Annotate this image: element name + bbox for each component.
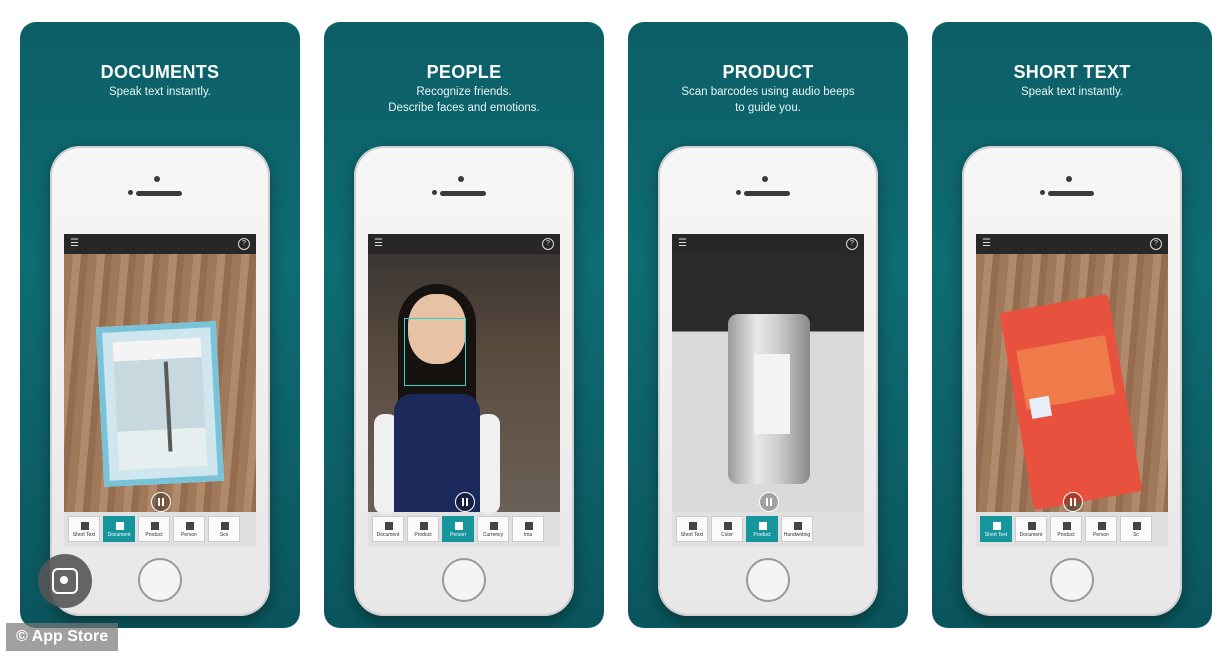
reference-guide-card [999,293,1143,511]
qr-code-image [1028,395,1053,419]
camera-view [64,254,256,512]
panel-title: DOCUMENTS [100,62,220,82]
mode-document[interactable]: Document [372,516,404,542]
speaker-grille [744,191,790,196]
camera-view [368,254,560,514]
speaker-grille [1048,191,1094,196]
panel-subtitle: Recognize friends. Describe faces and em… [388,86,540,114]
mode-document[interactable]: Document [1015,516,1047,542]
sensor-dot [1040,190,1045,195]
camera-view [976,254,1168,512]
menu-icon[interactable]: ☰ [982,238,991,249]
top-bar: ☰ ? [672,234,864,254]
mode-person[interactable]: Person [1085,516,1117,542]
top-bar: ☰ ? [64,234,256,254]
phone-mockup: ☰ ? Short Text Color Product Handwriting [658,146,878,616]
camera-dot [154,176,160,182]
mode-bar: Document Product Person Currency Ima [368,512,560,546]
mode-short-text[interactable]: Short Text [980,516,1012,542]
top-bar: ☰ ? [976,234,1168,254]
soda-can [728,314,810,484]
menu-icon[interactable]: ☰ [70,238,79,249]
mode-product[interactable]: Product [138,516,170,542]
mode-currency[interactable]: Currency [477,516,509,542]
mode-document[interactable]: Document [103,516,135,542]
help-icon[interactable]: ? [1150,238,1162,250]
mode-color[interactable]: Color [711,516,743,542]
sensor-dot [128,190,133,195]
camera-dot [1066,176,1072,182]
phone-mockup: ☰ ? Short Text Document Product Person S… [962,146,1182,616]
camera-view [672,254,864,512]
home-button [1050,558,1094,602]
pause-icon[interactable] [1063,492,1083,512]
speaker-grille [440,191,486,196]
eiffel-tower-image [163,361,173,452]
pause-icon[interactable] [455,492,475,512]
mode-person[interactable]: Person [442,516,474,542]
image-credit: © App Store [6,623,119,651]
mode-short-text[interactable]: Short Text [676,516,708,542]
panel-documents: DOCUMENTS Speak text instantly. ☰ ? Shor… [20,22,300,628]
mode-short-text[interactable]: Short Text [68,516,100,542]
mode-product[interactable]: Product [1050,516,1082,542]
menu-icon[interactable]: ☰ [678,238,687,249]
document-image [112,337,208,471]
mode-bar: Short Text Document Product Person Sce [64,512,256,546]
help-icon[interactable]: ? [542,238,554,250]
scanned-document [95,320,225,488]
app-store-screenshot-collage: DOCUMENTS Speak text instantly. ☰ ? Shor… [0,0,1227,659]
panel-people: PEOPLE Recognize friends. Describe faces… [324,22,604,628]
phone-mockup: ☰ ? Document Product Person Currency Ima [354,146,574,616]
panel-title: SHORT TEXT [1013,62,1131,82]
mode-bar: Short Text Document Product Person Sc [976,512,1168,546]
menu-icon[interactable]: ☰ [374,238,383,249]
pause-icon[interactable] [151,492,171,512]
phone-screen: ☰ ? Short Text Document Product Person S… [976,234,1168,546]
pause-icon[interactable] [759,492,779,512]
panel-title: PEOPLE [426,62,502,82]
home-button [442,558,486,602]
mode-person[interactable]: Person [173,516,205,542]
panel-subtitle: Speak text instantly. [108,86,212,98]
mode-product[interactable]: Product [407,516,439,542]
speaker-grille [136,191,182,196]
nutrition-label [754,354,790,434]
camera-dot [458,176,464,182]
phone-mockup: ☰ ? Short Text Document Product Person S… [50,146,270,616]
camera-dot [762,176,768,182]
panel-short-text: SHORT TEXT Speak text instantly. ☰ ? Sho… [932,22,1212,628]
sensor-dot [736,190,741,195]
panel-subtitle: Speak text instantly. [1020,86,1124,98]
sensor-dot [432,190,437,195]
home-button [746,558,790,602]
mode-product[interactable]: Product [746,516,778,542]
panel-title: PRODUCT [722,62,814,82]
phone-screen: ☰ ? Document Product Person Currency Ima [368,234,560,546]
help-icon[interactable]: ? [846,238,858,250]
help-icon[interactable]: ? [238,238,250,250]
mode-scene[interactable]: Sce [208,516,240,542]
phone-screen: ☰ ? Short Text Color Product Handwriting [672,234,864,546]
face-detection-box [404,318,466,386]
lens-search-button[interactable] [38,554,92,608]
top-bar: ☰ ? [368,234,560,254]
mode-handwriting[interactable]: Handwriting [781,516,813,542]
mode-scene[interactable]: Sc [1120,516,1152,542]
panel-product: PRODUCT Scan barcodes using audio beeps … [628,22,908,628]
mode-image[interactable]: Ima [512,516,544,542]
lens-search-icon [52,568,78,594]
home-button [138,558,182,602]
panel-subtitle: Scan barcodes using audio beeps to guide… [681,86,855,114]
phone-screen: ☰ ? Short Text Document Product Person S… [64,234,256,546]
mode-bar: Short Text Color Product Handwriting [672,512,864,546]
